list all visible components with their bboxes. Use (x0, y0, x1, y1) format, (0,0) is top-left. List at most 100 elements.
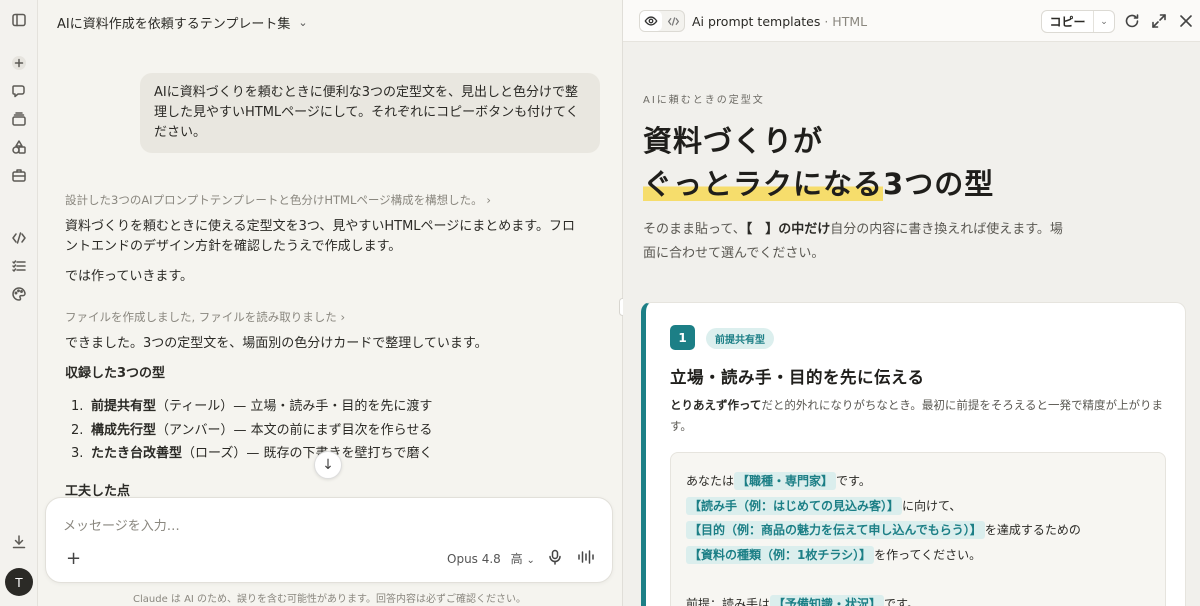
chevron-down-icon[interactable]: ⌄ (1094, 11, 1114, 32)
placeholder-chip: 【資料の種類（例：1枚チラシ）】 (686, 545, 875, 564)
card-title: 立場・読み手・目的を先に伝える (670, 368, 925, 387)
headline-rest: 3つの型 (883, 167, 995, 201)
disclaimer: Claude は AI のため、誤りを含む可能性があります。回答内容は必ずご確認… (133, 594, 527, 605)
placeholder-chip: 【読み手（例：はじめての見込み客）】 (686, 496, 903, 515)
page-headline: 資料づくりが ぐっとラクになる3つの型 (643, 120, 994, 206)
palette-icon[interactable] (9, 284, 29, 304)
tool-use-summary-text: ファイルを作成しました, ファイルを読み取りました (65, 310, 337, 324)
section-heading: 収録した3つの型 (65, 366, 166, 381)
preview-toolbar: Ai prompt templates · HTML コピー ⌄ (623, 0, 1200, 42)
message-input[interactable]: メッセージを入力… (63, 515, 180, 534)
tasks-icon[interactable] (9, 256, 29, 276)
template-text: を達成するための (984, 523, 1081, 537)
thinking-summary-text: 設計した3つのAIプロンプトテンプレートと色分けHTMLページ構成を構想した。 (65, 193, 483, 207)
list-item-text: （ローズ）— 既存の下書きを壁打ちで磨く (182, 446, 433, 461)
eye-icon[interactable] (640, 11, 662, 31)
template-text: を作ってください。 (874, 547, 982, 562)
template-text: あなたは (686, 474, 735, 488)
chats-icon[interactable] (9, 81, 29, 101)
list-number: 3. (71, 446, 84, 461)
effort-level: 高 (510, 552, 523, 566)
template-text: 前提：読み手は (686, 596, 771, 606)
template-line: 【読み手（例：はじめての見込み客）】 に向けて、 (686, 494, 1150, 519)
model-selector[interactable]: Opus 4.8 高 ⌄ (447, 550, 535, 567)
chevron-right-icon: › (486, 193, 491, 207)
chevron-down-icon: ⌄ (526, 555, 535, 566)
download-icon[interactable] (9, 532, 29, 552)
list-item-text: （ティール）— 立場・読み手・目的を先に渡す (156, 399, 433, 414)
template-line: 【資料の種類（例：1枚チラシ）】 を作ってください。 (686, 543, 1150, 568)
tool-use-summary[interactable]: ファイルを作成しました, ファイルを読み取りました › (65, 309, 345, 325)
chat-title-text: AIに資料作成を依頼するテンプレート集 (57, 17, 291, 32)
card-tag: 前提共有型 (706, 328, 774, 349)
voice-mode-icon[interactable] (577, 549, 597, 565)
section-heading: 工夫した点 (65, 484, 131, 497)
page-eyebrow: AIに頼むときの定型文 (643, 95, 765, 106)
list-item-text: （アンバー）— 本文の前にまず目次を作らせる (156, 422, 433, 438)
add-attachment-button[interactable]: + (66, 548, 81, 569)
artifact-title: Ai prompt templates · HTML (692, 14, 867, 29)
headline-line: ぐっとラクになる3つの型 (643, 163, 994, 206)
placeholder-chip: 【目的（例：商品の魅力を伝えて申し込んでもらう）】 (686, 521, 985, 539)
assistant-paragraph: 資料づくりを頼むときに使える定型文を3つ、見やすいHTMLページにまとめます。フ… (65, 219, 575, 254)
template-text: です。 (836, 474, 871, 488)
template-line (686, 567, 1150, 592)
placeholder-chip: 【職種・専門家】 (734, 472, 837, 490)
list-item-bold: 前提共有型 (91, 399, 157, 414)
chevron-down-icon: ⌄ (298, 16, 308, 29)
model-name: Opus 4.8 (447, 552, 501, 566)
plus-icon: + (66, 548, 82, 569)
list-item: 2. 構成先行型（アンバー）— 本文の前にまず目次を作らせる (65, 419, 595, 443)
microphone-icon[interactable] (547, 549, 563, 565)
close-icon[interactable] (1178, 13, 1194, 29)
card-description: とりあえず作ってだと的外れになりがちなとき。最初に前提をそろえると一発で精度が上… (670, 395, 1170, 437)
list-item-bold: 構成先行型 (91, 422, 157, 438)
lead-text: そのまま貼って、 (643, 222, 746, 237)
artifacts-icon[interactable] (9, 137, 29, 157)
scroll-down-button[interactable]: ↓ (314, 451, 342, 479)
message-composer[interactable]: メッセージを入力… + Opus 4.8 高 ⌄ (45, 497, 613, 583)
list-item: 1. 前提共有型（ティール）— 立場・読み手・目的を先に渡す (65, 395, 595, 419)
template-card: 1 前提共有型 立場・読み手・目的を先に伝える とりあえず作ってだと的外れになり… (641, 302, 1186, 606)
card-number-badge: 1 (670, 325, 695, 350)
template-text-box: あなたは 【職種・専門家】 です。 【読み手（例：はじめての見込み客）】 に向けて、 … (670, 452, 1166, 606)
template-line: 【目的（例：商品の魅力を伝えて申し込んでもらう）】 を達成するための (686, 518, 1150, 543)
arrow-down-icon: ↓ (322, 457, 334, 473)
chat-title[interactable]: AIに資料作成を依頼するテンプレート集 ⌄ (57, 13, 308, 32)
assistant-paragraph: では作っていきます。 (65, 269, 194, 284)
avatar[interactable]: T (5, 568, 33, 596)
new-chat-icon[interactable] (9, 53, 29, 73)
chat-panel: AIに資料作成を依頼するテンプレート集 ⌄ AIに資料づくりを頼むときに便利な3… (39, 0, 622, 606)
list-item-bold: たたき台改善型 (91, 446, 183, 461)
refresh-icon[interactable] (1124, 13, 1140, 29)
assistant-paragraph: できました。3つの定型文を、場面別の色分けカードで整理しています。 (65, 336, 488, 351)
sidebar-rail: T (0, 0, 38, 606)
template-line: あなたは 【職種・専門家】 です。 (686, 469, 1150, 494)
code-icon[interactable] (662, 11, 684, 31)
placeholder-chip: 【予備知識・状況】 (770, 594, 885, 606)
tools-icon[interactable] (9, 165, 29, 185)
expand-icon[interactable] (1151, 13, 1167, 29)
list-number: 1. (71, 399, 84, 414)
artifact-name: Ai prompt templates (692, 14, 821, 29)
lead-bold: 【 】の中だけ (745, 222, 831, 237)
template-line: 前提：読み手は 【予備知識・状況】 です。 (686, 592, 1150, 606)
list-number: 2. (71, 422, 84, 438)
artifact-preview-panel: Ai prompt templates · HTML コピー ⌄ AIに頼むとき… (623, 0, 1200, 606)
projects-icon[interactable] (9, 109, 29, 129)
headline-line: 資料づくりが (643, 124, 824, 158)
code-icon[interactable] (9, 228, 29, 248)
page-lead: そのまま貼って、【 】の中だけ自分の内容に書き換えれば使えます。場面に合わせて選… (643, 218, 1063, 266)
sidebar-toggle-icon[interactable] (9, 10, 29, 30)
thinking-summary[interactable]: 設計した3つのAIプロンプトテンプレートと色分けHTMLページ構成を構想した。 … (65, 192, 491, 208)
template-text: です。 (884, 596, 919, 606)
chevron-right-icon: › (340, 310, 346, 324)
user-message: AIに資料づくりを頼むときに便利な3つの定型文を、見出しと色分けで整理した見やす… (140, 73, 600, 153)
artifact-type: · HTML (824, 14, 868, 29)
headline-highlight: ぐっとラクになる (643, 167, 884, 201)
template-text: に向けて、 (902, 498, 962, 513)
view-toggle[interactable] (639, 10, 685, 32)
copy-button[interactable]: コピー ⌄ (1041, 10, 1115, 33)
copy-button-label[interactable]: コピー (1042, 11, 1094, 32)
card-description-bold: とりあえず作って (670, 398, 762, 412)
